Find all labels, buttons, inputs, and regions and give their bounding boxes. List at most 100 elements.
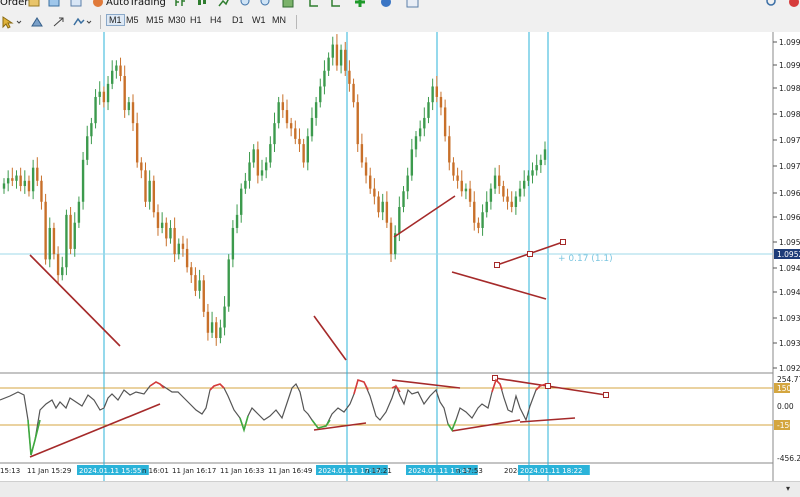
price-tick-label: 1.0938 <box>779 314 800 323</box>
candle-body <box>61 267 64 276</box>
chevron-down-icon[interactable] <box>16 15 22 29</box>
zoom-in-icon[interactable] <box>240 0 252 8</box>
candle-body <box>194 275 197 291</box>
periods-icon[interactable] <box>380 0 396 8</box>
candle-body <box>269 144 272 163</box>
candle-body <box>335 44 339 66</box>
tile-windows-icon[interactable] <box>282 0 294 8</box>
candle-body <box>344 49 347 71</box>
trendline-handle[interactable] <box>545 383 551 389</box>
timeframe-h1-button[interactable]: H1 <box>190 15 202 25</box>
trendline-handle[interactable] <box>494 262 500 268</box>
candle-body <box>460 180 463 192</box>
trendline-handle[interactable] <box>603 392 609 398</box>
cursor-icon[interactable] <box>0 15 14 29</box>
price-chart[interactable]: + 0.17 (1.1) 1.0999 1.0993 1.0988 1.0982 1.0… <box>0 32 800 496</box>
candle-body <box>456 175 459 181</box>
autotrading-button[interactable]: AutoTrading <box>106 0 166 8</box>
candle-body <box>19 175 22 187</box>
candle-body <box>452 162 455 176</box>
candle-body <box>277 102 280 124</box>
candle-body <box>127 102 131 111</box>
arrow-tool-icon[interactable] <box>52 15 66 29</box>
candle-body <box>373 188 376 197</box>
indicator-tick-label: -150 <box>777 421 794 430</box>
timeframe-m15-button[interactable]: M15 <box>146 15 164 25</box>
chart-background <box>0 32 800 496</box>
account-icon[interactable] <box>788 0 800 8</box>
autoscroll-icon[interactable] <box>330 0 342 8</box>
candle-body <box>6 178 10 184</box>
timeframe-m5-button[interactable]: M5 <box>126 15 139 25</box>
candle-body <box>65 214 68 268</box>
candle-body <box>111 70 114 84</box>
price-tick-label: 1.0960 <box>779 213 800 222</box>
navigator-icon[interactable] <box>70 0 82 8</box>
indicator-tick-label: 254.776 <box>777 375 800 384</box>
candle-body <box>477 222 480 228</box>
candle-body <box>198 280 201 291</box>
candle-body <box>190 267 193 276</box>
price-tick-label: 1.0949 <box>779 264 800 273</box>
candle-body <box>248 162 251 181</box>
trendline-handle[interactable] <box>527 251 533 257</box>
templates-icon[interactable] <box>406 0 424 8</box>
candle-body <box>464 188 468 192</box>
autotrading-icon[interactable] <box>92 0 104 8</box>
indicators-icon[interactable] <box>354 0 370 8</box>
candle-body <box>156 212 160 228</box>
candle-body <box>81 159 85 202</box>
candle-body <box>294 128 297 139</box>
candle-body <box>302 144 305 163</box>
candlestick-icon[interactable] <box>196 0 208 8</box>
scroll-indicator[interactable]: ▾ <box>786 484 790 493</box>
trendline-handle[interactable] <box>560 239 566 245</box>
time-tick-label: 11 Jan 16:33 <box>220 467 264 475</box>
time-tick-label: 11 Jan 16:49 <box>268 467 312 475</box>
candle-body <box>510 201 513 207</box>
candle-body <box>506 196 509 202</box>
candle-body <box>235 214 239 228</box>
candle-body <box>377 196 380 213</box>
timeframe-d1-button[interactable]: D1 <box>232 15 244 25</box>
timeframe-m30-button[interactable]: M30 <box>168 15 186 25</box>
line-chart-icon[interactable] <box>218 0 230 8</box>
zoom-out-icon[interactable] <box>260 0 272 8</box>
symbols-tool-icon[interactable] <box>72 15 86 29</box>
triangle-tool-icon[interactable] <box>30 15 44 29</box>
candle-body <box>502 186 505 197</box>
market-watch-icon[interactable] <box>48 0 60 8</box>
candle-body <box>244 180 247 189</box>
candle-body <box>36 167 39 181</box>
timeframe-mn-button[interactable]: MN <box>272 15 286 25</box>
candle-body <box>48 227 51 260</box>
timeframe-w1-button[interactable]: W1 <box>252 15 266 25</box>
price-tick-label: 1.0933 <box>779 339 800 348</box>
standard-toolbar: Order AutoTrading <box>0 0 800 12</box>
timeframe-m1-button[interactable]: M1 <box>106 14 125 26</box>
time-tick-label: 11 Jan 16:17 <box>172 467 216 475</box>
price-tick-label: 1.0982 <box>779 110 800 119</box>
candle-body <box>240 188 243 215</box>
search-icon[interactable] <box>766 0 778 8</box>
candle-body <box>423 117 426 129</box>
candle-body <box>94 96 97 124</box>
new-order-button[interactable]: Order <box>0 0 28 8</box>
chart-shift-icon[interactable] <box>308 0 320 8</box>
strategy-tester-icon[interactable] <box>28 0 40 8</box>
timeframe-h4-button[interactable]: H4 <box>210 15 222 25</box>
bar-chart-icon[interactable] <box>174 0 186 8</box>
candle-body <box>231 227 235 260</box>
candle-body <box>448 136 451 163</box>
candle-body <box>160 222 164 228</box>
candle-body <box>215 322 218 338</box>
chevron-down-icon[interactable] <box>86 15 92 29</box>
candle-body <box>369 175 372 189</box>
candle-body <box>73 222 76 249</box>
candle-body <box>360 144 364 163</box>
candle-body <box>210 322 214 333</box>
line-studies-toolbar: M1 M5 M15 M30 H1 H4 D1 W1 MN <box>0 13 800 31</box>
current-price-label: 1.0952 <box>777 250 800 259</box>
price-tick-label: 1.0927 <box>779 364 800 373</box>
candle-body <box>52 227 56 255</box>
